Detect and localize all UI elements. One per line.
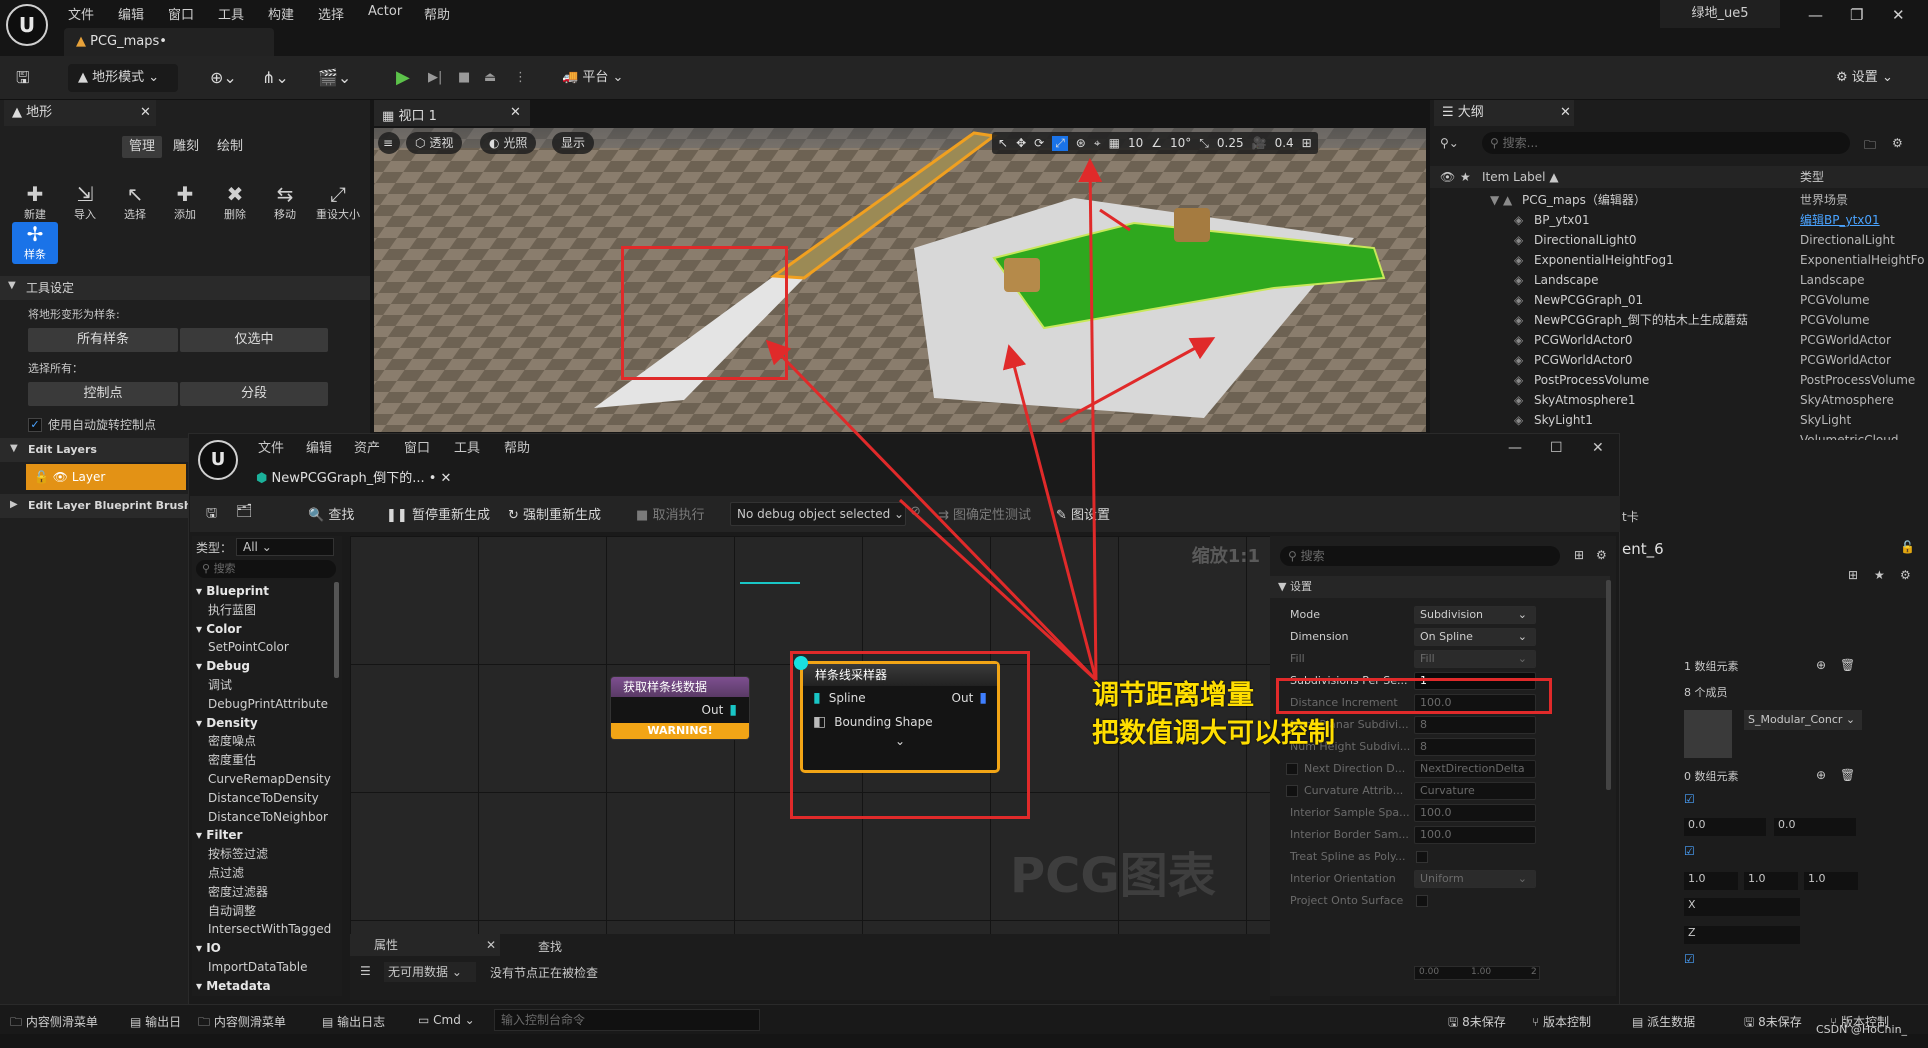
arrow-to-road: [765, 339, 1098, 682]
data-icon: ▤: [1632, 1015, 1644, 1029]
save-icon: 🖫: [1448, 1015, 1459, 1029]
status-label: 8未保存: [1462, 1015, 1506, 1029]
annotation-arrows: [765, 158, 1216, 682]
drawer-icon: 🗀: [198, 1015, 211, 1029]
annotation-text-line2: 把数值调大可以控制: [1092, 718, 1335, 749]
arrow-to-plateau: [1078, 158, 1103, 681]
status-label: 派生数据: [1647, 1015, 1696, 1029]
content-drawer-button[interactable]: 🗀 内容侧滑菜单: [10, 1013, 98, 1034]
arrow-to-top: [1099, 208, 1131, 232]
source-control-button[interactable]: ⑂ 版本控制: [1532, 1013, 1591, 1030]
status-label: 内容侧滑菜单: [25, 1015, 98, 1029]
pcg-output-log-button[interactable]: ▤ 输出日志: [322, 1013, 385, 1030]
status-label: Cmd: [433, 1013, 461, 1027]
drawer-icon: 🗀: [10, 1015, 23, 1029]
source-control-icon: ⑂: [1532, 1015, 1540, 1029]
save-icon: 🖫: [1744, 1015, 1755, 1029]
pcg-content-drawer-button[interactable]: 🗀 内容侧滑菜单: [198, 1013, 286, 1034]
status-bar: 🗀 内容侧滑菜单 ▤ 输出日 🗀 内容侧滑菜单 ▤ 输出日志 ▭ Cmd ⌄ 输…: [0, 1004, 1928, 1036]
log-icon: ▤: [130, 1015, 142, 1029]
status-label: 输出日志: [337, 1015, 386, 1029]
annotation-text-line1: 调节距离增量: [1092, 680, 1254, 711]
csdn-watermark: CSDN @HoChin_: [1816, 1023, 1908, 1036]
console-icon: ▭: [418, 1013, 430, 1027]
unsaved-button[interactable]: 🖫 8未保存: [1448, 1013, 1506, 1034]
log-icon: ▤: [322, 1015, 334, 1029]
status-label: 输出日: [145, 1015, 182, 1029]
status-label: 内容侧滑菜单: [213, 1015, 286, 1029]
arrow-to-node: [898, 498, 1098, 682]
arrow-to-path: [1002, 344, 1098, 681]
arrow-to-edge: [1059, 337, 1216, 424]
output-log-button[interactable]: ▤ 输出日: [130, 1013, 181, 1030]
derived-data-button[interactable]: ▤ 派生数据: [1632, 1013, 1695, 1030]
console-input[interactable]: 输入控制台命令: [494, 1009, 760, 1031]
cmd-dropdown[interactable]: ▭ Cmd ⌄: [418, 1013, 475, 1027]
status-label: 8未保存: [1758, 1015, 1802, 1029]
status-label: 版本控制: [1543, 1015, 1592, 1029]
unsaved-button-2[interactable]: 🖫 8未保存: [1744, 1013, 1802, 1034]
